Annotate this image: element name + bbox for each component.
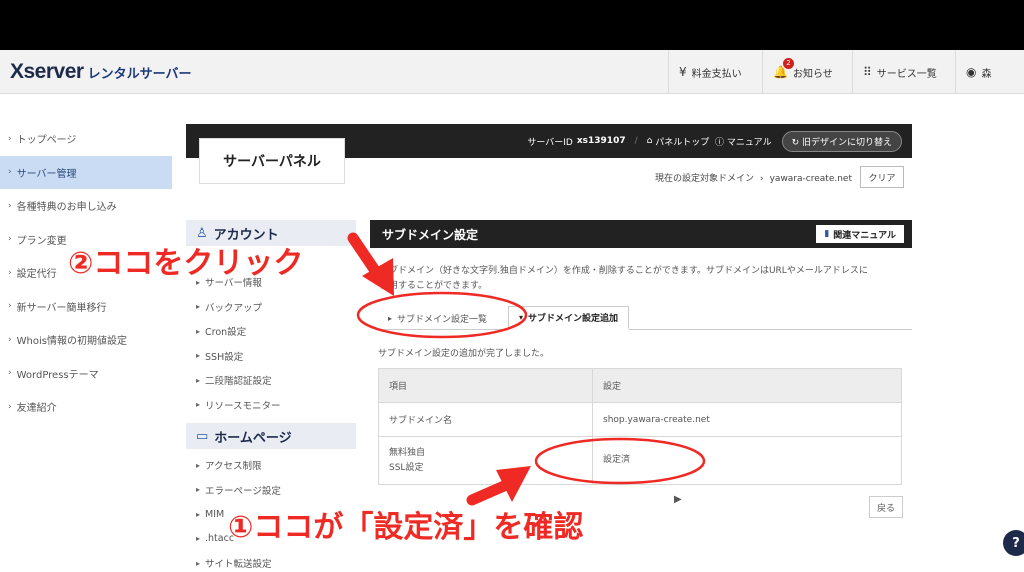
panel-toolbar: サーバーID xs139107 / ⌂ パネルトップ ⓘ マニュアル ↻ 旧デザ… <box>527 124 902 158</box>
subdomain-description: サブドメイン（好きな文字列.独自ドメイン）を作成・削除することができます。サブド… <box>380 266 868 291</box>
page-title: サブドメイン設定 <box>382 227 479 242</box>
chevron-right-icon: › <box>8 234 12 245</box>
nav-user[interactable]: ◉ 森 <box>955 50 1024 94</box>
target-domain-info: 現在の設定対象ドメイン › yawara-create.net <box>654 174 852 184</box>
homepage-section-heading: ▭ ホームページ <box>186 423 356 449</box>
chevron-right-icon: ▸ <box>196 302 201 312</box>
subdomain-tabs: ▸ サブドメイン設定一覧 ▾ サブドメイン設定追加 <box>378 306 912 330</box>
nav-notifications[interactable]: 🔔 2 お知らせ <box>762 50 843 94</box>
result-table: 項目 設定 サブドメイン名 shop.yawara-create.net 無料独… <box>378 368 902 485</box>
sidebar-item-server-management[interactable]: › サーバー管理 <box>0 155 172 189</box>
table-header-row: 項目 設定 <box>378 368 902 403</box>
table-header-item: 項目 <box>378 368 593 403</box>
logo-main-text: Xserver <box>10 60 84 83</box>
nav-services-label: サービス一覧 <box>876 68 937 80</box>
sidebar-item-benefits[interactable]: › 各種特典のお申し込み <box>0 189 172 223</box>
notification-badge: 2 <box>782 58 794 69</box>
ssl-setting-label: 無料独自 SSL設定 <box>378 436 593 485</box>
table-row: 無料独自 SSL設定 設定済 <box>378 436 902 485</box>
subnav-item-site-transfer[interactable]: ▸ サイト転送設定 <box>186 551 356 572</box>
annotation-click-here: ②ココをクリック <box>68 246 304 281</box>
nav-user-label: 森 <box>981 68 992 80</box>
chevron-right-icon: › <box>8 301 12 312</box>
target-domain-row: 現在の設定対象ドメイン › yawara-create.net クリア <box>186 158 912 196</box>
chevron-right-icon: ▸ <box>196 534 201 544</box>
chevron-right-icon: ▸ <box>388 313 393 323</box>
nav-payment-label: 料金支払い <box>691 68 742 80</box>
sidebar-item-wordpress-theme[interactable]: › WordPressテーマ <box>0 357 172 391</box>
annotation-confirm-configured: ①ココが「設定済」を確認 <box>228 510 584 545</box>
nav-payment[interactable]: ¥ 料金支払い <box>668 50 752 94</box>
subnav-item-access-restriction[interactable]: ▸ アクセス制限 <box>186 453 356 478</box>
sidebar-item-top[interactable]: › トップページ <box>0 122 172 156</box>
sidebar-item-migration[interactable]: › 新サーバー簡単移行 <box>0 290 172 324</box>
subdomain-name-value: shop.yawara-create.net <box>592 402 902 437</box>
chevron-right-icon: ▸ <box>196 326 201 336</box>
logo-sub-text: レンタルサーバー <box>87 67 192 82</box>
user-icon: ◉ <box>966 65 977 79</box>
tab-subdomain-add[interactable]: ▾ サブドメイン設定追加 <box>508 306 630 330</box>
table-row: サブドメイン名 shop.yawara-create.net <box>378 402 902 437</box>
subnav-item-2fa[interactable]: ▸ 二段階認証設定 <box>186 368 356 393</box>
grid-icon: ⠿ <box>863 65 872 79</box>
chevron-right-icon: ▸ <box>196 351 201 361</box>
book-icon: ▮ <box>824 229 830 239</box>
completion-message: サブドメイン設定の追加が完了しました。 <box>378 349 550 359</box>
subnav-item-cron[interactable]: ▸ Cron設定 <box>186 319 356 344</box>
subnav-item-resource-monitor[interactable]: ▸ リソースモニター <box>186 393 356 418</box>
chevron-right-icon: › <box>8 401 12 412</box>
letterbox-bar <box>0 0 1024 50</box>
chevron-right-icon: ▸ <box>196 485 201 495</box>
server-id-label: サーバーID <box>527 137 573 148</box>
yen-icon: ¥ <box>679 65 687 79</box>
old-design-toggle-button[interactable]: ↻ 旧デザインに切り替え <box>781 130 902 152</box>
chevron-right-icon: › <box>760 174 764 184</box>
nav-services[interactable]: ⠿ サービス一覧 <box>852 50 947 94</box>
ssl-setting-value: 設定済 <box>592 436 902 485</box>
home-icon: ⌂ <box>646 136 656 146</box>
nav-notifications-label: お知らせ <box>792 68 833 80</box>
subnav-item-error-page[interactable]: ▸ エラーページ設定 <box>186 478 356 503</box>
bell-icon: 🔔 2 <box>773 58 794 79</box>
chevron-right-icon: › <box>8 267 12 278</box>
subdomain-name-label: サブドメイン名 <box>378 402 593 437</box>
refresh-icon: ↻ <box>791 137 802 148</box>
sidebar-item-whois[interactable]: › Whois情報の初期値設定 <box>0 323 172 357</box>
related-manual-button[interactable]: ▮ 関連マニュアル <box>816 225 904 243</box>
chevron-right-icon: ▸ <box>196 400 201 410</box>
chevron-right-icon: › <box>8 200 12 211</box>
manual-link[interactable]: マニュアル <box>727 135 772 148</box>
panel-top-link[interactable]: パネルトップ <box>655 135 709 148</box>
clear-button[interactable]: クリア <box>860 166 904 188</box>
subdomain-settings-header: サブドメイン設定 ▮ 関連マニュアル <box>370 220 912 248</box>
chevron-right-icon: ▸ <box>196 375 201 385</box>
sidebar-item-referral[interactable]: › 友達紹介 <box>0 390 172 424</box>
chevron-right-icon: ▸ <box>196 558 201 568</box>
subnav-item-ssh[interactable]: ▸ SSH設定 <box>186 344 356 369</box>
help-button[interactable]: ? <box>1003 530 1024 556</box>
chevron-down-icon: ▾ <box>519 313 524 322</box>
chevron-right-icon: › <box>8 133 12 144</box>
app-header: Xserver レンタルサーバー ¥ 料金支払い 🔔 2 お知らせ ⠿ サービス一… <box>0 50 1024 94</box>
server-id-value: xs139107 <box>576 136 626 146</box>
chevron-right-icon: ▸ <box>196 509 201 519</box>
xserver-logo[interactable]: Xserver レンタルサーバー <box>10 60 191 84</box>
chevron-right-icon: ▸ <box>196 460 201 470</box>
subnav-item-backup[interactable]: ▸ バックアップ <box>186 295 356 320</box>
tab-subdomain-list[interactable]: ▸ サブドメイン設定一覧 <box>378 306 497 330</box>
target-domain-value: yawara-create.net <box>769 174 852 184</box>
table-header-setting: 設定 <box>592 368 902 403</box>
help-circle-icon: ⓘ <box>709 137 727 148</box>
mouse-cursor-icon: ▶ <box>674 494 682 505</box>
back-button[interactable]: 戻る <box>869 496 903 518</box>
chevron-right-icon: › <box>8 368 12 379</box>
chevron-right-icon: › <box>8 334 12 345</box>
chevron-right-icon: › <box>8 167 12 178</box>
monitor-icon: ▭ <box>196 428 209 444</box>
